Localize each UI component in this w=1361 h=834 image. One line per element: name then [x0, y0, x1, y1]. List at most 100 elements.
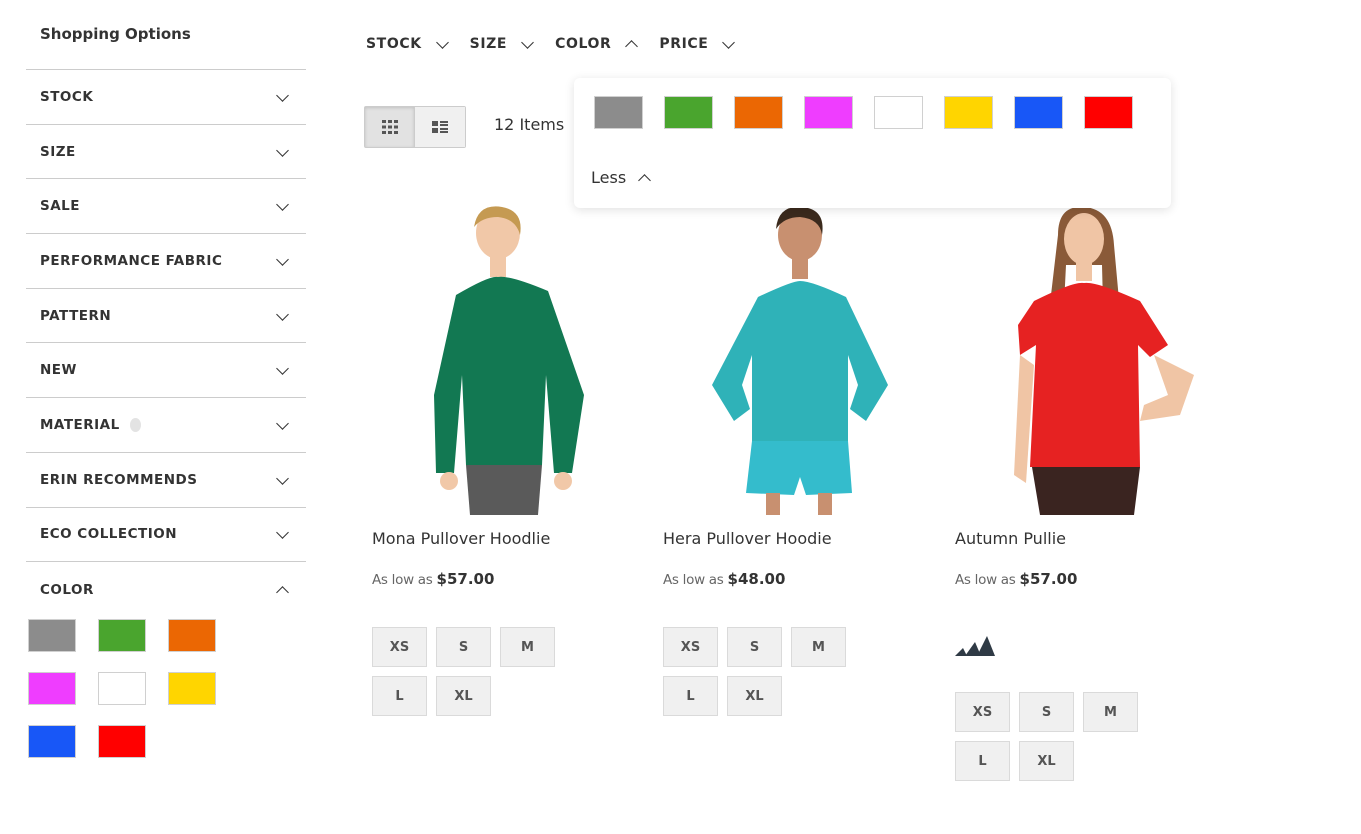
- price-prefix: As low as: [663, 572, 724, 588]
- size-option[interactable]: S: [436, 627, 491, 667]
- color-filter-dropdown: Less: [574, 78, 1171, 208]
- size-option[interactable]: XL: [727, 676, 782, 716]
- swatch-red[interactable]: [98, 725, 146, 758]
- size-option[interactable]: S: [727, 627, 782, 667]
- swatch-yellow[interactable]: [168, 672, 216, 705]
- size-option[interactable]: XS: [372, 627, 427, 667]
- swatch-white[interactable]: [874, 96, 923, 129]
- chevron-down-icon: [276, 146, 288, 158]
- size-option[interactable]: S: [1019, 692, 1074, 732]
- filter-sale[interactable]: SALE: [26, 179, 306, 235]
- filter-performance-fabric[interactable]: PERFORMANCE FABRIC: [26, 234, 306, 289]
- size-option[interactable]: XS: [663, 627, 718, 667]
- filter-size[interactable]: SIZE: [26, 125, 306, 180]
- price-amount: $57.00: [1019, 570, 1078, 588]
- filter-erin-recommends[interactable]: ERIN RECOMMENDS: [26, 453, 306, 508]
- chevron-down-icon: [276, 200, 288, 212]
- swatch-gray[interactable]: [594, 96, 643, 129]
- size-option[interactable]: M: [791, 627, 846, 667]
- chevron-down-icon: [276, 419, 288, 431]
- swatch-blue[interactable]: [28, 725, 76, 758]
- chevron-down-icon: [276, 364, 288, 376]
- product-image[interactable]: [954, 205, 1214, 515]
- brand-logo-icon: [955, 636, 995, 656]
- list-icon: [432, 121, 448, 133]
- product-image[interactable]: [662, 205, 922, 515]
- size-option[interactable]: L: [663, 676, 718, 716]
- filter-material[interactable]: MATERIAL: [26, 398, 306, 453]
- filter-stock[interactable]: STOCK: [26, 70, 306, 125]
- filter-pattern[interactable]: PATTERN: [26, 289, 306, 344]
- swatch-purple[interactable]: [28, 672, 76, 705]
- filter-label: COLOR: [40, 581, 94, 598]
- chevron-up-icon: [625, 38, 637, 50]
- product-name[interactable]: Hera Pullover Hoodie: [663, 529, 832, 548]
- product-name[interactable]: Mona Pullover Hoodlie: [372, 529, 550, 548]
- price-amount: $48.00: [727, 570, 786, 588]
- swatch-gray[interactable]: [28, 619, 76, 652]
- swatch-green[interactable]: [98, 619, 146, 652]
- filter-label: PERFORMANCE FABRIC: [40, 252, 223, 269]
- chevron-down-icon: [276, 310, 288, 322]
- filter-label-wrap: MATERIAL: [40, 417, 141, 433]
- less-label: Less: [591, 168, 627, 187]
- chevron-up-icon: [276, 584, 288, 596]
- swatch-red[interactable]: [1084, 96, 1133, 129]
- product-image[interactable]: [370, 205, 630, 515]
- top-filter-label: PRICE: [659, 36, 709, 52]
- chevron-down-icon: [722, 38, 734, 50]
- grid-view-button[interactable]: [365, 107, 415, 147]
- price-prefix: As low as: [955, 572, 1016, 588]
- swatch-purple[interactable]: [804, 96, 853, 129]
- size-option[interactable]: M: [500, 627, 555, 667]
- filter-new[interactable]: NEW: [26, 343, 306, 399]
- swatch-yellow[interactable]: [944, 96, 993, 129]
- product-price: As low as $48.00: [663, 570, 785, 588]
- size-option[interactable]: L: [955, 741, 1010, 781]
- swatch-white[interactable]: [98, 672, 146, 705]
- dropdown-color-swatches: [594, 96, 1133, 129]
- size-options: XS S M L XL: [663, 627, 846, 716]
- swatch-green[interactable]: [664, 96, 713, 129]
- sidebar-color-swatches: [28, 619, 228, 758]
- filter-color[interactable]: COLOR: [26, 562, 306, 617]
- filter-label: SIZE: [40, 143, 76, 160]
- model-figure: [434, 206, 584, 515]
- top-filter-label: STOCK: [366, 36, 422, 52]
- top-filter-label: SIZE: [469, 36, 508, 52]
- size-options: XS S M L XL: [955, 692, 1138, 781]
- size-option[interactable]: XS: [955, 692, 1010, 732]
- swatch-orange[interactable]: [168, 619, 216, 652]
- swatch-blue[interactable]: [1014, 96, 1063, 129]
- chevron-down-icon: [276, 91, 288, 103]
- size-option[interactable]: M: [1083, 692, 1138, 732]
- filter-label: ERIN RECOMMENDS: [40, 471, 198, 488]
- top-filter-price[interactable]: PRICE: [659, 36, 734, 52]
- list-view-button[interactable]: [415, 107, 465, 147]
- top-filter-color[interactable]: COLOR: [555, 36, 637, 52]
- swatch-orange[interactable]: [734, 96, 783, 129]
- filter-label: MATERIAL: [40, 416, 120, 433]
- help-tooltip-icon[interactable]: [129, 417, 141, 432]
- size-option[interactable]: L: [372, 676, 427, 716]
- top-filter-label: COLOR: [555, 36, 612, 52]
- size-options: XS S M L XL: [372, 627, 555, 716]
- filter-label: ECO COLLECTION: [40, 526, 178, 543]
- product-name[interactable]: Autumn Pullie: [955, 529, 1066, 548]
- top-filter-stock[interactable]: STOCK: [366, 36, 448, 52]
- top-filter-bar: STOCK SIZE COLOR PRICE: [366, 36, 756, 52]
- model-figure: [712, 206, 888, 515]
- filter-label: NEW: [40, 362, 77, 379]
- product-price: As low as $57.00: [955, 570, 1077, 588]
- top-filter-size[interactable]: SIZE: [470, 36, 533, 52]
- filter-label: STOCK: [40, 88, 94, 105]
- grid-icon: [381, 120, 398, 134]
- show-less-link[interactable]: Less: [591, 168, 650, 187]
- chevron-down-icon: [276, 474, 288, 486]
- filter-label: SALE: [40, 198, 80, 215]
- size-option[interactable]: XL: [436, 676, 491, 716]
- chevron-down-icon: [276, 255, 288, 267]
- filter-eco-collection[interactable]: ECO COLLECTION: [26, 508, 306, 563]
- view-mode-toggle: [364, 106, 466, 148]
- size-option[interactable]: XL: [1019, 741, 1074, 781]
